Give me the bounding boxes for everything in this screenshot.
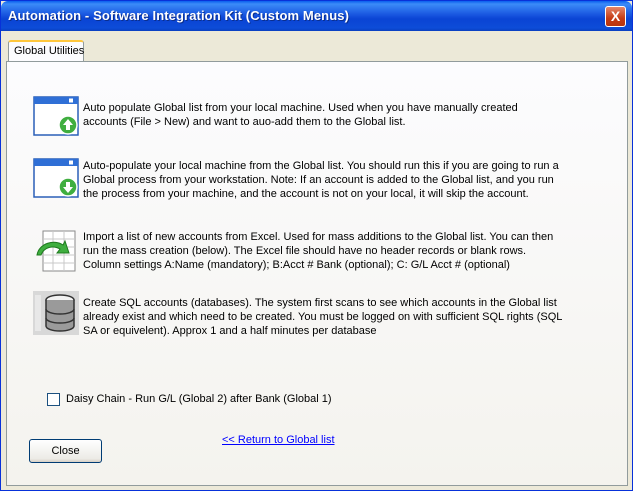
window-upload-icon[interactable]: [33, 96, 81, 140]
close-button[interactable]: Close: [29, 439, 102, 463]
daisy-chain-checkbox[interactable]: [47, 393, 60, 406]
window-download-icon[interactable]: [33, 158, 81, 202]
action-text-create-sql: Create SQL accounts (databases). The sys…: [83, 297, 562, 337]
return-to-global-list-link[interactable]: << Return to Global list: [222, 434, 335, 446]
window-title: Automation - Software Integration Kit (C…: [8, 8, 350, 23]
tab-label: Global Utilities: [14, 45, 85, 57]
sql-database-icon[interactable]: [33, 291, 81, 335]
window-close-button[interactable]: X: [605, 6, 626, 27]
daisy-chain-label[interactable]: Daisy Chain - Run G/L (Global 2) after B…: [66, 393, 332, 405]
action-text-populate-local: Auto-populate your local machine from th…: [83, 160, 559, 200]
dialog-window: Automation - Software Integration Kit (C…: [0, 0, 633, 491]
action-text-import-excel: Import a list of new accounts from Excel…: [83, 231, 554, 271]
title-bar[interactable]: Automation - Software Integration Kit (C…: [1, 1, 632, 31]
close-icon: X: [610, 8, 621, 24]
tab-global-utilities[interactable]: Global Utilities: [8, 40, 84, 62]
excel-import-icon[interactable]: [33, 229, 81, 273]
action-text-populate-global: Auto populate Global list from your loca…: [83, 102, 518, 128]
